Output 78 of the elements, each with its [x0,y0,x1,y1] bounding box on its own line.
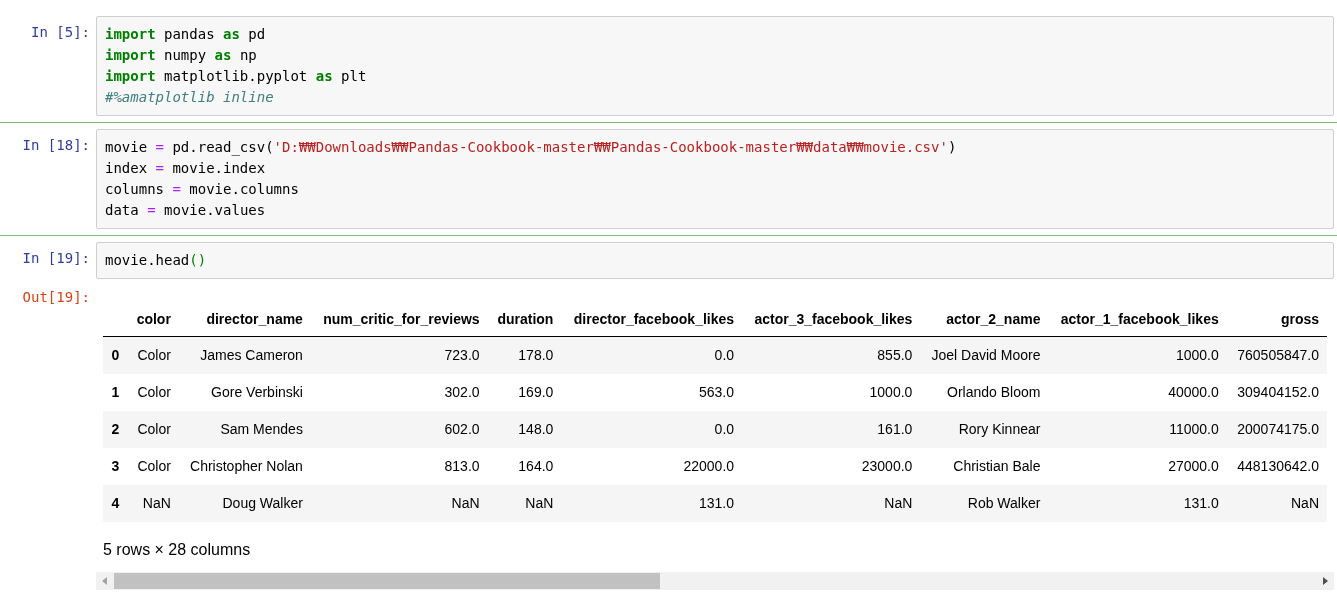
table-cell: 309404152.0 [1226,374,1327,411]
column-header: actor_3_facebook_likes [742,303,921,337]
column-header: director_facebook_likes [561,303,743,337]
column-header: gross [1226,303,1327,337]
table-cell: NaN [742,485,921,522]
code-line: import matplotlib.pyplot as plt [105,67,368,86]
table-cell: Doug Walker [178,485,311,522]
column-header: actor_2_name [920,303,1049,337]
table-cell: NaN [487,485,562,522]
row-index: 4 [103,485,128,522]
code-line: #%amatplotlib inline [105,88,275,107]
row-index: 3 [103,448,128,485]
table-cell: 0.0 [561,336,743,374]
table-cell: Sam Mendes [178,411,311,448]
code-line: movie.head() [105,251,208,270]
table-cell: Joel David Moore [920,336,1049,374]
table-cell: 723.0 [310,336,488,374]
table-cell: 302.0 [310,374,488,411]
table-cell: NaN [310,485,488,522]
row-index: 1 [103,374,128,411]
code-line: import numpy as np [105,46,258,65]
code-line: index = movie.index [105,159,267,178]
table-cell: 161.0 [742,411,921,448]
code-editor[interactable]: movie = pd.read_csv('D:₩₩Downloads₩₩Pandas-Cookbook-master₩₩Pandas-Cookbook-master₩₩data₩₩movie.csv') index = movie.index columns = movie.columns data = movie.values [96,129,1334,229]
table-cell: Color [127,411,179,448]
table-cell: 148.0 [487,411,562,448]
table-cell: NaN [1226,485,1327,522]
table-cell: 40000.0 [1048,374,1227,411]
code-editor[interactable]: import pandas as pd import numpy as np import matplotlib.pyplot as plt #%amatplotlib inline [96,16,1334,116]
row-index: 0 [103,336,128,374]
table-cell: 563.0 [561,374,743,411]
code-editor[interactable]: movie.head() [96,242,1334,279]
table-cell: Christian Bale [920,448,1049,485]
table-cell: Color [127,448,179,485]
table-cell: Rob Walker [920,485,1049,522]
table-summary: 5 rows × 28 columns [102,540,252,560]
table-cell: 27000.0 [1048,448,1227,485]
table-cell: 11000.0 [1048,411,1227,448]
table-cell: 169.0 [487,374,562,411]
input-prompt: In [5]: [30,23,91,42]
table-cell: 0.0 [561,411,743,448]
table-cell: Color [127,336,179,374]
column-header: duration [487,303,562,337]
code-line: columns = movie.columns [105,180,300,199]
output-prompt: Out[19]: [21,288,91,307]
table-cell: 178.0 [487,336,562,374]
table-cell: 131.0 [561,485,743,522]
code-line: data = movie.values [105,201,267,220]
table-cell: 760505847.0 [1226,336,1327,374]
table-cell: Gore Verbinski [178,374,311,411]
table-cell: 813.0 [310,448,488,485]
row-index: 2 [103,411,128,448]
table-cell: 164.0 [487,448,562,485]
table-cell: 131.0 [1048,485,1227,522]
table-cell: Rory Kinnear [920,411,1049,448]
table-cell: NaN [127,485,179,522]
column-header: color [127,303,179,337]
table-cell: 855.0 [742,336,921,374]
table-cell: Color [127,374,179,411]
code-line: movie = pd.read_csv('D:₩₩Downloads₩₩Pandas-Cookbook-master₩₩Pandas-Cookbook-master₩₩data₩₩movie.csv') [105,138,958,158]
table-cell: 1000.0 [742,374,921,411]
code-line: import pandas as pd [105,25,267,44]
scrollbar-thumb[interactable] [114,573,660,589]
horizontal-scrollbar[interactable] [96,572,1334,590]
column-header: num_critic_for_reviews [310,303,488,337]
column-header: actor_1_facebook_likes [1048,303,1227,337]
input-prompt: In [19]: [21,249,91,268]
table-cell: 23000.0 [742,448,921,485]
table-cell: 448130642.0 [1226,448,1327,485]
table-cell: James Cameron [178,336,311,374]
table-cell: 22000.0 [561,448,743,485]
input-prompt: In [18]: [21,136,91,155]
table-cell: Orlando Bloom [920,374,1049,411]
table-cell: 602.0 [310,411,488,448]
table-cell: Christopher Nolan [178,448,311,485]
table-cell: 200074175.0 [1226,411,1327,448]
column-header: director_name [178,303,311,337]
table-cell: 1000.0 [1048,336,1227,374]
